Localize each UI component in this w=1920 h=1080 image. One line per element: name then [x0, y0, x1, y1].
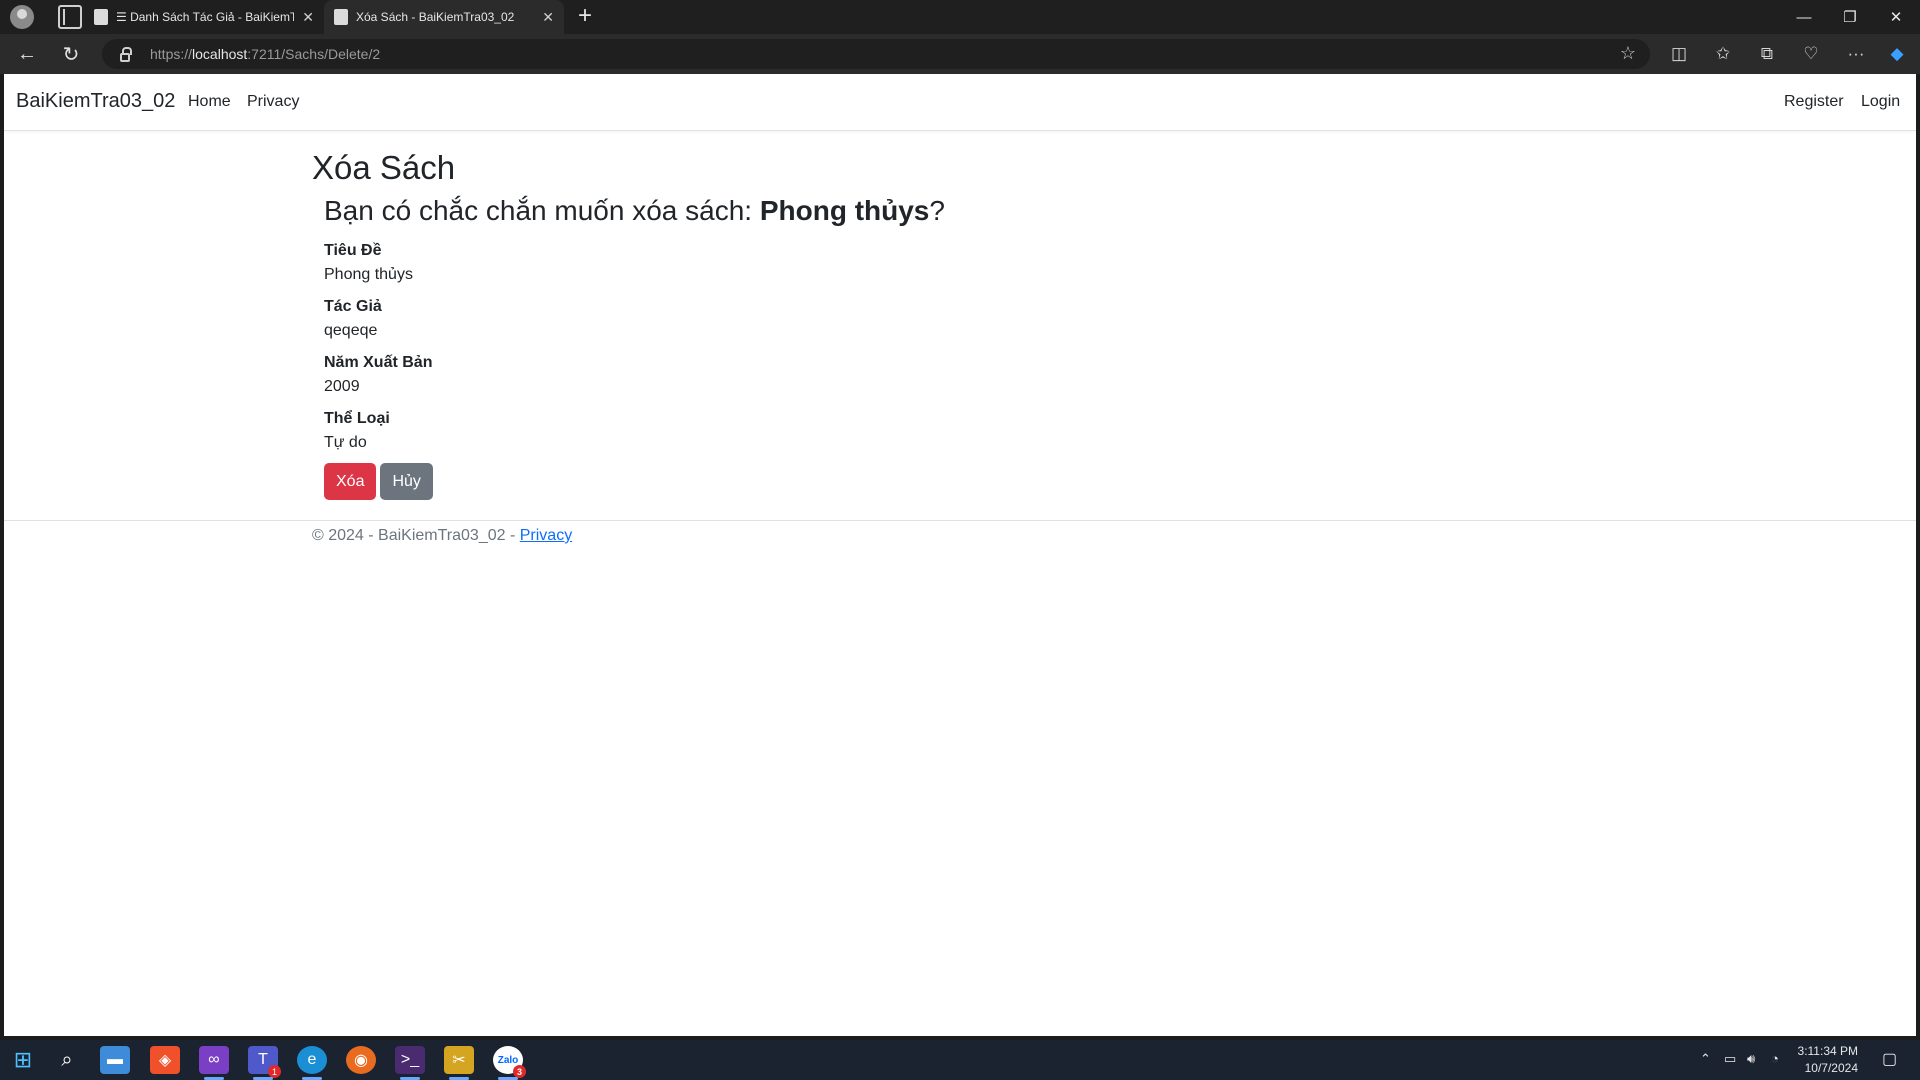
site-footer: © 2024 - BaiKiemTra03_02 - Privacy [4, 520, 1916, 560]
snipping-tool-icon[interactable]: ✂ [444, 1046, 474, 1080]
teams-icon[interactable]: T1 [248, 1046, 281, 1080]
notifications-icon[interactable]: ▢ [1882, 1049, 1897, 1069]
cancel-button[interactable]: Hủy [380, 463, 433, 501]
site-brand[interactable]: BaiKiemTra03_02 [16, 90, 175, 113]
visual-studio-icon[interactable]: ∞ [199, 1046, 229, 1080]
collections-icon[interactable]: ⧉ [1756, 43, 1778, 65]
page-icon [334, 9, 348, 25]
tab-title: Xóa Sách - BaiKiemTra03_02 [356, 10, 515, 24]
windows-start-icon[interactable]: ⊞ [8, 1046, 38, 1074]
favorite-star-icon[interactable]: ☆ [1620, 43, 1636, 64]
system-clock[interactable]: 3:11:34 PM 10/7/2024 [1798, 1043, 1858, 1077]
nav-link-login[interactable]: Login [1861, 93, 1900, 111]
address-bar[interactable]: https://localhost:7211/Sachs/Delete/2 ☆ [102, 39, 1650, 69]
back-arrow-icon[interactable]: ← [14, 41, 40, 67]
url-text: https://localhost:7211/Sachs/Delete/2 [150, 46, 381, 62]
form-actions: Xóa Hủy [324, 463, 1312, 501]
field-label-author: Tác Giả [324, 298, 382, 316]
brave-browser-icon[interactable]: ◈ [150, 1046, 180, 1074]
nav-link-register[interactable]: Register [1784, 93, 1844, 111]
notification-badge: 1 [268, 1065, 281, 1078]
book-details: Tiêu Đề Phong thủys Tác Giả qeqeqe Năm X… [324, 239, 1312, 455]
close-window-button[interactable]: ✕ [1873, 0, 1919, 34]
nav-link-home[interactable]: Home [188, 93, 231, 111]
field-label-title: Tiêu Đề [324, 242, 382, 260]
browser-tab-delete-book[interactable]: Xóa Sách - BaiKiemTra03_02 ✕ [324, 0, 564, 34]
field-value-author: qeqeqe [324, 322, 378, 340]
field-label-year: Năm Xuất Bản [324, 354, 433, 372]
page-title: Xóa Sách [312, 149, 456, 186]
field-value-title: Phong thủys [324, 266, 413, 284]
clock-date: 10/7/2024 [1804, 1061, 1858, 1075]
tab-actions-icon[interactable] [58, 5, 82, 29]
firefox-icon[interactable]: ◉ [346, 1046, 376, 1074]
browser-tab-bar: ☰ Danh Sách Tác Giả - BaiKiemTra03_02 ✕ … [0, 0, 1920, 34]
volume-icon[interactable]: 🔊︎ [1747, 1051, 1755, 1067]
field-label-genre: Thể Loại [324, 410, 390, 428]
chevron-up-icon[interactable]: ⌃ [1700, 1051, 1711, 1067]
tab-title: ☰ Danh Sách Tác Giả - BaiKiemTra03_02 [116, 10, 295, 24]
file-explorer-icon[interactable]: ▬ [100, 1046, 130, 1074]
new-tab-button[interactable]: + [578, 2, 592, 30]
footer-text: © 2024 - BaiKiemTra03_02 - Privacy [312, 527, 573, 544]
search-icon[interactable]: ⌕ [52, 1046, 82, 1074]
field-value-year: 2009 [324, 378, 360, 396]
main-content: Xóa Sách Bạn có chắc chắn muốn xóa sách:… [312, 148, 1312, 501]
delete-button[interactable]: Xóa [324, 463, 377, 501]
clock-time: 3:11:34 PM [1797, 1044, 1858, 1058]
split-screen-icon[interactable]: ◫ [1668, 43, 1690, 65]
favorites-icon[interactable]: ✩ [1712, 43, 1734, 65]
lock-icon [120, 46, 132, 62]
nav-link-privacy[interactable]: Privacy [247, 93, 299, 111]
battery-icon[interactable]: ▭ [1724, 1051, 1736, 1067]
edge-browser-icon[interactable]: e [297, 1046, 327, 1080]
browser-tab-authors[interactable]: ☰ Danh Sách Tác Giả - BaiKiemTra03_02 ✕ [84, 0, 324, 34]
windows-taskbar: ⊞ ⌕ ▬ ◈ ∞ T1 e ◉ >_ ✂ Zalo 3 ⌃ ▭ 🔊︎ ◔ 3:1… [0, 1040, 1920, 1080]
close-tab-icon[interactable]: ✕ [542, 9, 554, 26]
footer-privacy-link[interactable]: Privacy [520, 527, 572, 544]
page-viewport: BaiKiemTra03_02 Home Privacy Register Lo… [4, 74, 1916, 1036]
more-options-icon[interactable]: ··· [1845, 43, 1867, 65]
wifi-icon[interactable]: ◔ [1771, 1051, 1779, 1066]
minimize-button[interactable]: — [1781, 0, 1827, 34]
site-navbar: BaiKiemTra03_02 Home Privacy Register Lo… [4, 74, 1916, 131]
page-icon [94, 9, 108, 25]
field-value-genre: Tự do [324, 434, 367, 452]
delete-confirmation-heading: Bạn có chắc chắn muốn xóa sách: Phong th… [324, 194, 945, 226]
terminal-icon[interactable]: >_ [395, 1046, 425, 1080]
notification-badge: 3 [513, 1065, 526, 1078]
confirm-book-title: Phong thủys [759, 194, 930, 226]
close-tab-icon[interactable]: ✕ [302, 9, 314, 26]
zalo-icon[interactable]: Zalo 3 [493, 1046, 526, 1080]
browser-toolbar: ← ↻ https://localhost:7211/Sachs/Delete/… [0, 34, 1920, 74]
refresh-icon[interactable]: ↻ [58, 41, 84, 67]
copilot-icon[interactable]: ◆ [1886, 43, 1908, 65]
browser-essentials-icon[interactable]: ♡ [1800, 43, 1822, 65]
profile-avatar[interactable] [10, 5, 34, 29]
restore-button[interactable]: ❐ [1827, 0, 1873, 34]
